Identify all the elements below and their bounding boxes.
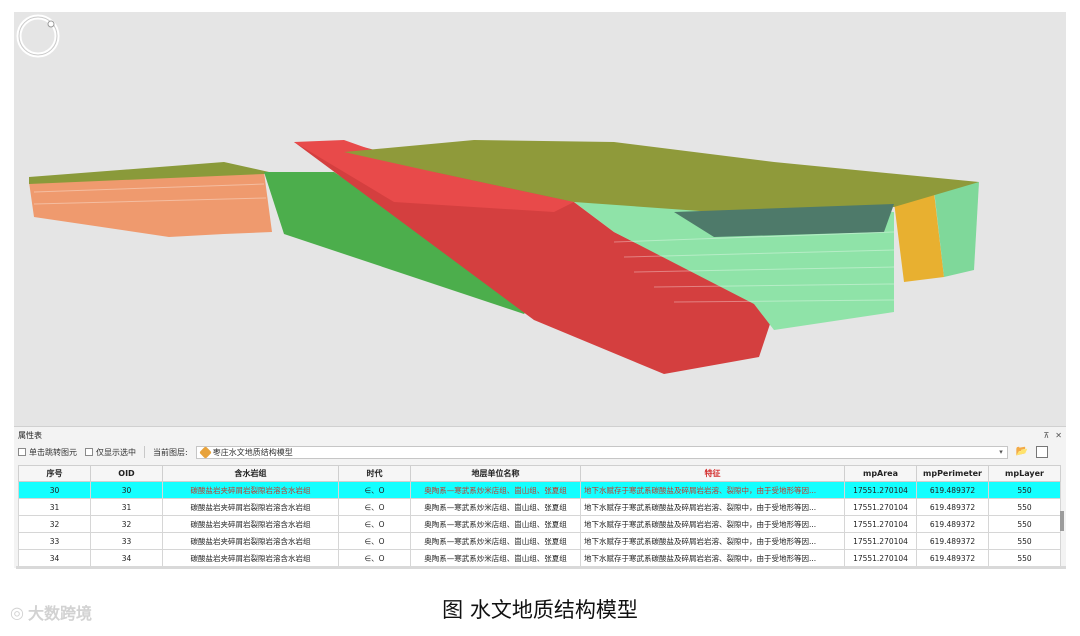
cell-aquifer[interactable]: 碳酸盐岩夹碎屑岩裂隙岩溶含水岩组 (162, 549, 339, 567)
cell-perimeter[interactable]: 619.489372 (916, 532, 989, 550)
cell-layer[interactable]: 550 (988, 515, 1061, 533)
layer-select-dropdown[interactable]: 枣庄水文地质结构模型 ▾ (195, 445, 1008, 459)
cell-era[interactable]: ∈、O (338, 549, 411, 567)
cell-perimeter[interactable]: 619.489372 (916, 549, 989, 567)
cell-layer[interactable]: 550 (988, 532, 1061, 550)
current-layer-label: 当前图层: (153, 447, 188, 457)
column-header-perimeter[interactable]: mpPerimeter (916, 465, 989, 482)
close-icon[interactable]: ✕ (1055, 431, 1062, 440)
3d-model-viewport[interactable] (14, 12, 1066, 426)
cell-perimeter[interactable]: 619.489372 (916, 515, 989, 533)
panel-header: 属性表 ⊼ ✕ (14, 427, 1066, 443)
cell-layer[interactable]: 550 (988, 498, 1061, 516)
cell-oid[interactable]: 30 (90, 481, 163, 499)
cell-stratum[interactable]: 奥陶系—寒武系炒米店组、崮山组、张夏组 (410, 549, 581, 567)
column-header-area[interactable]: mpArea (844, 465, 917, 482)
cell-era[interactable]: ∈、O (338, 498, 411, 516)
vertical-scrollbar[interactable] (1060, 511, 1064, 531)
table-row[interactable]: 31 31 碳酸盐岩夹碎屑岩裂隙岩溶含水岩组 ∈、O 奥陶系—寒武系炒米店组、崮山组、张… (18, 498, 1061, 516)
cell-index[interactable]: 34 (18, 549, 91, 567)
cell-oid[interactable]: 32 (90, 515, 163, 533)
table-row[interactable]: 33 33 碳酸盐岩夹碎屑岩裂隙岩溶含水岩组 ∈、O 奥陶系—寒武系炒米店组、崮山组、张… (18, 532, 1061, 550)
table-body: 30 30 碳酸盐岩夹碎屑岩裂隙岩溶含水岩组 ∈、O 奥陶系—寒武系炒米店组、崮山组、张… (18, 481, 1061, 567)
cell-feature[interactable]: 地下水赋存于寒武系碳酸盐及碎屑岩岩溶、裂隙中，由于受地形等因... (580, 549, 845, 567)
page: 属性表 ⊼ ✕ 单击跳转图元 仅显示选中 当前图层: 枣庄水文地质结构模型 ▾ (0, 0, 1080, 636)
jump-label: 单击跳转图元 (29, 447, 77, 457)
attribute-table: 序号 OID 含水岩组 时代 地层单位名称 特征 mpArea mpPerime… (18, 465, 1061, 567)
column-header-layer[interactable]: mpLayer (988, 465, 1061, 482)
selected-only-checkbox[interactable]: 仅显示选中 (85, 447, 136, 458)
checkbox-box[interactable] (85, 448, 93, 456)
selected-only-label: 仅显示选中 (96, 447, 136, 457)
cell-oid[interactable]: 31 (90, 498, 163, 516)
column-header-aquifer[interactable]: 含水岩组 (162, 465, 339, 482)
horizontal-scrollbar[interactable] (16, 566, 1066, 569)
cell-aquifer[interactable]: 碳酸盐岩夹碎屑岩裂隙岩溶含水岩组 (162, 515, 339, 533)
cell-oid[interactable]: 33 (90, 532, 163, 550)
column-header-era[interactable]: 时代 (338, 465, 411, 482)
cell-feature[interactable]: 地下水赋存于寒武系碳酸盐及碎屑岩岩溶、裂隙中，由于受地形等因... (580, 515, 845, 533)
layer-icon (198, 445, 212, 459)
cell-aquifer[interactable]: 碳酸盐岩夹碎屑岩裂隙岩溶含水岩组 (162, 498, 339, 516)
watermark-text: 大数跨境 (27, 604, 92, 623)
attribute-table-panel: 属性表 ⊼ ✕ 单击跳转图元 仅显示选中 当前图层: 枣庄水文地质结构模型 ▾ (14, 426, 1066, 568)
watermark-logo-icon: ◎ (10, 602, 24, 622)
table-row[interactable]: 32 32 碳酸盐岩夹碎屑岩裂隙岩溶含水岩组 ∈、O 奥陶系—寒武系炒米店组、崮山组、张… (18, 515, 1061, 533)
column-header-stratum[interactable]: 地层单位名称 (410, 465, 581, 482)
figure-caption: 图 水文地质结构模型 (442, 598, 638, 622)
cell-era[interactable]: ∈、O (338, 515, 411, 533)
cell-area[interactable]: 17551.270104 (844, 532, 917, 550)
cell-area[interactable]: 17551.270104 (844, 549, 917, 567)
cell-index[interactable]: 32 (18, 515, 91, 533)
pin-icon[interactable]: ⊼ (1043, 431, 1049, 440)
toolbar-divider (144, 446, 145, 458)
panel-title: 属性表 (18, 430, 42, 440)
cell-feature[interactable]: 地下水赋存于寒武系碳酸盐及碎屑岩岩溶、裂隙中，由于受地形等因... (580, 532, 845, 550)
folder-icon[interactable]: 📂 (1016, 446, 1028, 458)
chevron-down-icon[interactable]: ▾ (999, 448, 1003, 456)
cell-perimeter[interactable]: 619.489372 (916, 481, 989, 499)
cell-area[interactable]: 17551.270104 (844, 498, 917, 516)
cell-index[interactable]: 31 (18, 498, 91, 516)
cell-perimeter[interactable]: 619.489372 (916, 498, 989, 516)
cell-layer[interactable]: 550 (988, 549, 1061, 567)
table-row[interactable]: 34 34 碳酸盐岩夹碎屑岩裂隙岩溶含水岩组 ∈、O 奥陶系—寒武系炒米店组、崮山组、张… (18, 549, 1061, 567)
attribute-toolbar: 单击跳转图元 仅显示选中 当前图层: 枣庄水文地质结构模型 ▾ 📂 (14, 443, 1066, 461)
cell-era[interactable]: ∈、O (338, 481, 411, 499)
cell-area[interactable]: 17551.270104 (844, 515, 917, 533)
cell-feature[interactable]: 地下水赋存于寒武系碳酸盐及碎屑岩岩溶、裂隙中，由于受地形等因... (580, 481, 845, 499)
checkbox-box[interactable] (18, 448, 26, 456)
cell-era[interactable]: ∈、O (338, 532, 411, 550)
cell-stratum[interactable]: 奥陶系—寒武系炒米店组、崮山组、张夏组 (410, 532, 581, 550)
cell-stratum[interactable]: 奥陶系—寒武系炒米店组、崮山组、张夏组 (410, 481, 581, 499)
geologic-model-render (29, 140, 979, 374)
cell-index[interactable]: 30 (18, 481, 91, 499)
compass-navigation-icon[interactable] (14, 12, 62, 60)
column-header-feature[interactable]: 特征 (580, 465, 845, 482)
cell-stratum[interactable]: 奥陶系—寒武系炒米店组、崮山组、张夏组 (410, 515, 581, 533)
jump-to-feature-checkbox[interactable]: 单击跳转图元 (18, 447, 77, 458)
cell-aquifer[interactable]: 碳酸盐岩夹碎屑岩裂隙岩溶含水岩组 (162, 481, 339, 499)
watermark: ◎ 大数跨境 (10, 600, 92, 624)
cell-oid[interactable]: 34 (90, 549, 163, 567)
cell-stratum[interactable]: 奥陶系—寒武系炒米店组、崮山组、张夏组 (410, 498, 581, 516)
layer-select-value: 枣庄水文地质结构模型 (212, 447, 293, 457)
cell-layer[interactable]: 550 (988, 481, 1061, 499)
table-options-icon[interactable] (1035, 446, 1048, 458)
table-header-row: 序号 OID 含水岩组 时代 地层单位名称 特征 mpArea mpPerime… (18, 465, 1061, 482)
column-header-index[interactable]: 序号 (18, 465, 91, 482)
cell-index[interactable]: 33 (18, 532, 91, 550)
table-row[interactable]: 30 30 碳酸盐岩夹碎屑岩裂隙岩溶含水岩组 ∈、O 奥陶系—寒武系炒米店组、崮山组、张… (18, 481, 1061, 499)
column-header-oid[interactable]: OID (90, 465, 163, 482)
cell-aquifer[interactable]: 碳酸盐岩夹碎屑岩裂隙岩溶含水岩组 (162, 532, 339, 550)
cell-area[interactable]: 17551.270104 (844, 481, 917, 499)
cell-feature[interactable]: 地下水赋存于寒武系碳酸盐及碎屑岩岩溶、裂隙中，由于受地形等因... (580, 498, 845, 516)
